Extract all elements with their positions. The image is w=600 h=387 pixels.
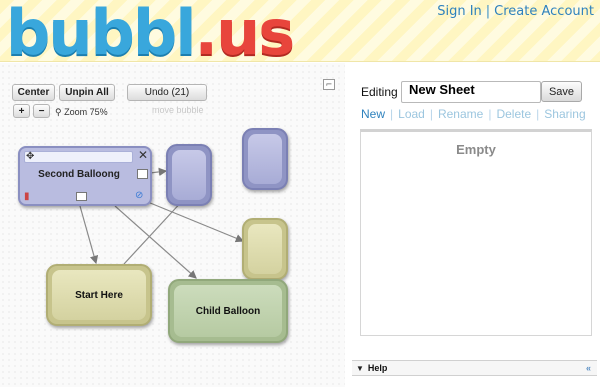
header: bubbl.us Sign In | Create Account [0,0,600,64]
sheet-name-input[interactable]: New Sheet [401,81,541,103]
move-icon[interactable]: ✥ [26,152,34,162]
second-balloong-bubble[interactable]: ✥ ✕ Second Balloong ▮ ⊘ [18,146,152,206]
start-here-label: Start Here [75,289,123,301]
logo-text-main: bubbl [6,0,197,69]
sharing-link[interactable]: Sharing [544,107,585,121]
add-child-icon[interactable] [76,192,87,201]
expand-triangle-icon: ▼ [356,363,364,373]
blue-bubble-empty-top[interactable] [242,128,288,190]
connector-second-to-start [79,205,99,265]
connector-start-to-blue [123,197,186,265]
auth-links: Sign In | Create Account [437,4,594,19]
sheet-list[interactable]: Empty [360,129,592,336]
link-icon[interactable]: ⊘ [135,191,143,201]
second-balloong-label: Second Balloong [38,169,120,180]
blue-bubble-empty[interactable] [166,144,212,206]
close-bubble-icon[interactable]: ✕ [138,149,148,161]
connector-second-to-blue [149,167,168,177]
empty-state-text: Empty [456,142,496,157]
start-here-bubble[interactable]: Start Here [46,264,152,326]
load-sheet-link[interactable]: Load [398,107,425,121]
save-button[interactable]: Save [541,81,582,102]
child-balloon-label: Child Balloon [195,305,261,317]
new-sheet-link[interactable]: New [361,107,385,121]
logo-text-tld: .us [194,0,296,69]
sign-in-link[interactable]: Sign In [437,4,482,19]
bubble-drag-bar[interactable] [24,151,133,163]
editing-label: Editing [361,85,398,99]
sheet-actions: New | Load | Rename | Delete | Sharing [361,107,586,121]
auth-separator: | [485,4,491,19]
delete-sheet-link[interactable]: Delete [496,107,531,121]
yellow-bubble-empty[interactable] [242,218,288,280]
help-bar[interactable]: ▼ Help « [352,360,597,376]
help-label: Help [367,363,388,373]
note-icon[interactable] [137,169,148,179]
child-balloon-bubble[interactable]: Child Balloon [168,279,288,343]
rename-sheet-link[interactable]: Rename [438,107,483,121]
create-account-link[interactable]: Create Account [494,4,594,19]
bubbl-us-logo[interactable]: bubbl.us [6,2,295,64]
collapse-panel-icon[interactable]: « [586,363,591,373]
sheet-name-value: New Sheet [409,82,475,97]
color-palette-icon[interactable]: ▮ [24,192,30,202]
